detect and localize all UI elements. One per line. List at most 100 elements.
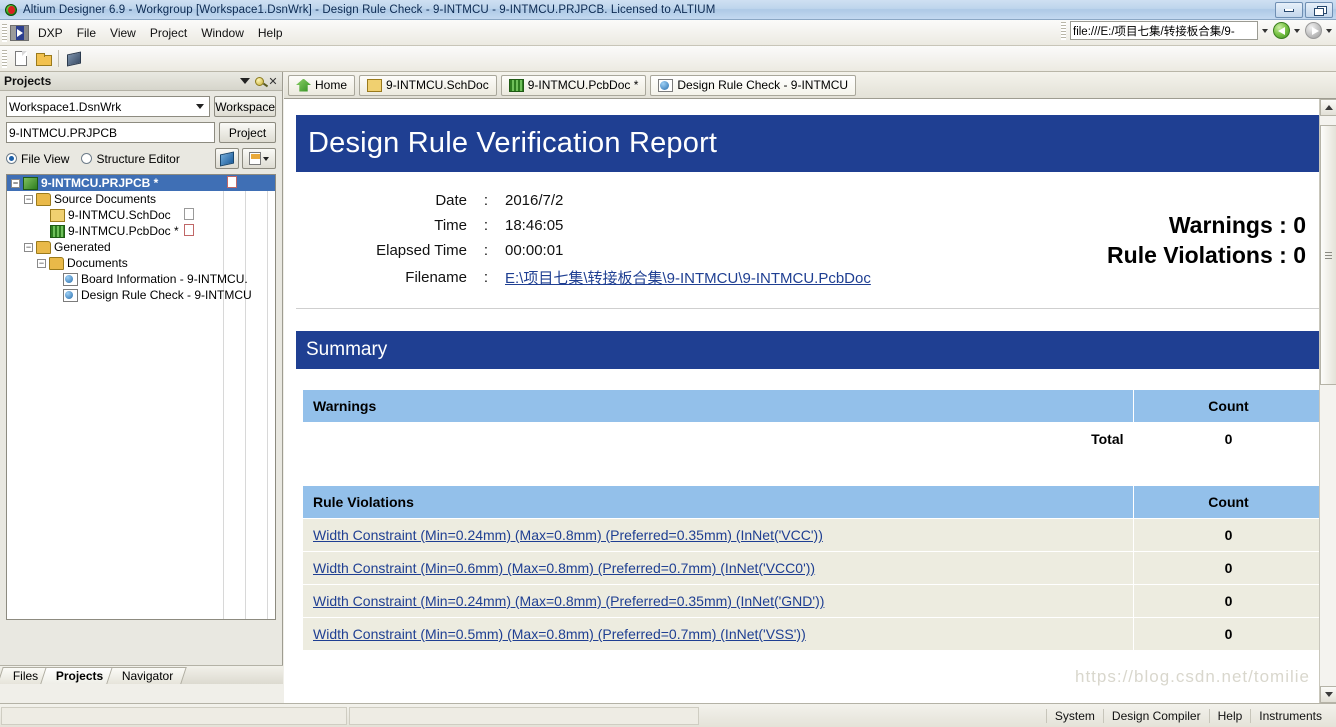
document-tab-label: 9-INTMCU.PcbDoc * [527, 78, 639, 92]
document-tab-design-rule-check[interactable]: Design Rule Check - 9-INTMCU [650, 74, 857, 96]
forward-dropdown-icon[interactable] [1326, 28, 1332, 33]
rule-link[interactable]: Width Constraint (Min=0.5mm) (Max=0.8mm)… [313, 626, 806, 642]
status-item-design-compiler[interactable]: Design Compiler [1102, 708, 1209, 723]
rule-link[interactable]: Width Constraint (Min=0.6mm) (Max=0.8mm)… [313, 560, 815, 576]
menu-item-project[interactable]: Project [143, 24, 194, 42]
projects-panel: Projects ✕ Workspace1.DsnWrk Workspace 9… [0, 72, 283, 684]
document-tab-pcbdoc[interactable]: 9-INTMCU.PcbDoc * [500, 74, 647, 96]
report-content: Design Rule Verification Report Date : 2… [284, 99, 1336, 703]
tree-item-generated[interactable]: − Generated [7, 239, 275, 255]
workspace-combo[interactable]: Workspace1.DsnWrk [6, 96, 211, 117]
tree-item-label: Documents [67, 256, 128, 270]
project-combo[interactable]: 9-INTMCU.PRJPCB [6, 122, 215, 143]
chevron-down-icon[interactable] [263, 156, 269, 161]
tree-item-design-rule-check[interactable]: Design Rule Check - 9-INTMCU [7, 287, 275, 303]
open-document-button[interactable] [32, 48, 54, 70]
project-button[interactable]: Project [219, 122, 276, 143]
scroll-up-button[interactable] [1320, 99, 1336, 116]
workspace-row: Workspace1.DsnWrk Workspace [6, 96, 276, 117]
structure-editor-radio[interactable] [81, 153, 93, 164]
rule-link[interactable]: Width Constraint (Min=0.24mm) (Max=0.8mm… [313, 527, 823, 543]
rule-link[interactable]: Width Constraint (Min=0.24mm) (Max=0.8mm… [313, 593, 824, 609]
expander-icon[interactable]: − [37, 258, 46, 268]
address-dropdown-icon[interactable] [1262, 28, 1268, 33]
folder-icon [36, 192, 51, 206]
panel-tab-navigator[interactable]: Navigator [105, 667, 187, 684]
panel-menu-icon[interactable] [238, 74, 252, 88]
project-tree[interactable]: − 9-INTMCU.PRJPCB * − Source Documents 9… [6, 174, 276, 620]
menu-item-file[interactable]: File [70, 24, 103, 42]
tree-item-label: Generated [54, 240, 111, 254]
menu-item-dxp[interactable]: DXP [31, 24, 70, 42]
globe-button[interactable] [215, 148, 239, 169]
pcb-icon [508, 78, 524, 92]
workspace-button[interactable]: Workspace [214, 96, 276, 117]
back-dropdown-icon[interactable] [1294, 28, 1300, 33]
file-view-radio[interactable] [6, 153, 17, 164]
meta-separator: : [483, 269, 489, 286]
folder-icon [36, 240, 51, 254]
tree-item-source-documents[interactable]: − Source Documents [7, 191, 275, 207]
projects-panel-header: Projects ✕ [0, 72, 282, 91]
report-meta-table: Date : 2016/7/2 Time : 18:46:05 Elapsed … [296, 188, 1024, 292]
divider [296, 308, 1324, 309]
watermark: https://blog.csdn.net/tomilie [1074, 667, 1310, 686]
globe-icon [220, 151, 234, 166]
panel-tab-label: Files [12, 669, 39, 683]
tree-item-schdoc[interactable]: 9-INTMCU.SchDoc [7, 207, 275, 223]
new-document-button[interactable] [10, 48, 32, 70]
status-item-help[interactable]: Help [1208, 708, 1251, 723]
dxp-icon [10, 24, 29, 41]
expander-icon[interactable]: − [11, 178, 20, 188]
back-button[interactable] [1273, 22, 1290, 39]
menu-item-window[interactable]: Window [194, 24, 251, 42]
warnings-table: Warnings Count Total 0 [302, 389, 1324, 455]
structure-editor-label[interactable]: Structure Editor [96, 152, 179, 166]
document-tab-schdoc[interactable]: 9-INTMCU.SchDoc [359, 74, 497, 96]
meta-row-filename: Filename : E:\项目七集\转接板合集\9-INTMCU\9-INTM… [296, 263, 871, 292]
file-view-label[interactable]: File View [21, 152, 69, 166]
status-bar-buttons: System Design Compiler Help Instruments [1045, 708, 1336, 723]
pcb-view-button[interactable] [63, 48, 85, 70]
tree-item-label: Source Documents [54, 192, 157, 206]
pin-icon[interactable] [252, 74, 266, 88]
menu-drag-handle[interactable] [2, 23, 7, 42]
tree-item-pcbdoc[interactable]: 9-INTMCU.PcbDoc * [7, 223, 275, 239]
meta-separator: : [483, 242, 489, 259]
tree-item-documents[interactable]: − Documents [7, 255, 275, 271]
address-input[interactable]: file:///E:/项目七集/转接板合集/9- [1070, 21, 1258, 40]
address-drag-handle[interactable] [1061, 21, 1066, 40]
menu-item-view[interactable]: View [103, 24, 143, 42]
chevron-down-icon[interactable] [192, 98, 207, 115]
tree-item-board-information[interactable]: Board Information - 9-INTMCU. [7, 271, 275, 287]
tree-item-project[interactable]: − 9-INTMCU.PRJPCB * [7, 175, 275, 191]
vertical-scrollbar[interactable] [1319, 99, 1336, 703]
filename-link[interactable]: E:\项目七集\转接板合集\9-INTMCU\9-INTMCU.PcbDoc [505, 270, 871, 287]
document-tab-home[interactable]: Home [288, 74, 356, 96]
reports-button[interactable] [242, 148, 276, 169]
scrollbar-thumb[interactable] [1320, 125, 1336, 385]
address-value: file:///E:/项目七集/转接板合集/9- [1073, 25, 1235, 38]
meta-separator: : [483, 192, 489, 209]
status-pane-middle [349, 706, 699, 725]
status-item-instruments[interactable]: Instruments [1250, 708, 1330, 723]
meta-label: Time [434, 217, 467, 234]
status-item-system[interactable]: System [1045, 708, 1103, 723]
document-tab-label: Home [315, 78, 348, 92]
projects-panel-body: Workspace1.DsnWrk Workspace 9-INTMCU.PRJ… [0, 91, 282, 620]
expander-icon[interactable]: − [24, 194, 33, 204]
table-row: Width Constraint (Min=0.6mm) (Max=0.8mm)… [302, 551, 1324, 585]
expander-icon[interactable]: − [24, 242, 33, 252]
minimize-button[interactable] [1275, 2, 1303, 18]
toolbar-drag-handle[interactable] [2, 49, 7, 68]
report-counts: Warnings : 0 Rule Violations : 0 [1024, 188, 1324, 292]
rule-count: 0 [1133, 551, 1324, 585]
scroll-down-button[interactable] [1320, 686, 1336, 703]
status-bar: System Design Compiler Help Instruments [0, 703, 1336, 727]
menu-item-help[interactable]: Help [251, 24, 290, 42]
forward-button[interactable] [1305, 22, 1322, 39]
restore-button[interactable] [1305, 2, 1333, 18]
document-status-icon [184, 208, 194, 220]
close-icon[interactable]: ✕ [266, 74, 280, 88]
tree-item-label: Design Rule Check - 9-INTMCU [81, 288, 252, 302]
